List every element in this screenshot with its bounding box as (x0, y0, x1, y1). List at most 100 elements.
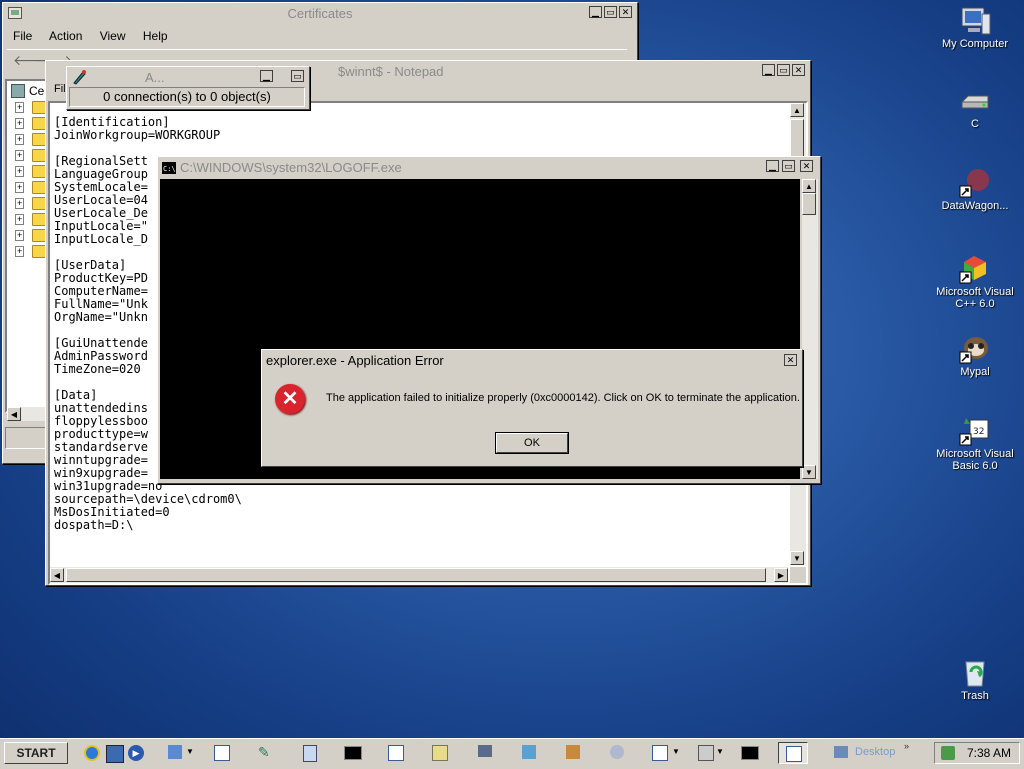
notepad-hscrollbar[interactable]: ◀ ▶ (50, 567, 788, 583)
taskbar-certificate-icon[interactable] (432, 745, 448, 761)
scroll-thumb[interactable] (802, 193, 816, 215)
ok-button[interactable]: OK (495, 432, 569, 454)
my-computer-icon (961, 7, 991, 35)
taskbar-console-icon[interactable] (344, 746, 362, 760)
chevron-down-icon[interactable]: ▼ (186, 747, 194, 756)
expand-icon[interactable]: + (15, 245, 25, 257)
outlook-icon[interactable] (106, 745, 124, 763)
tree-node[interactable]: + (7, 131, 47, 147)
close-button[interactable]: ✕ (792, 64, 805, 76)
expand-icon[interactable]: + (15, 165, 25, 177)
certificates-titlebar[interactable]: Certificates (5, 5, 635, 23)
media-player-icon[interactable]: ▶ (128, 745, 144, 761)
minimize-button[interactable]: ▁ (589, 6, 602, 18)
close-button[interactable]: ✕ (784, 354, 797, 366)
scroll-thumb[interactable] (66, 568, 766, 582)
scroll-up-button[interactable]: ▲ (802, 179, 816, 193)
maximize-button[interactable]: ▭ (291, 70, 304, 82)
minimize-button[interactable]: ▁ (260, 70, 273, 82)
taskbar-tools-icon[interactable] (566, 745, 580, 759)
taskbar-pen-icon[interactable]: ✎ (258, 744, 270, 761)
start-button[interactable]: START (4, 742, 68, 764)
scroll-down-button[interactable]: ▼ (790, 551, 804, 565)
desktop-icon-mypal[interactable]: Mypal (930, 332, 1020, 378)
ie-icon[interactable] (84, 745, 100, 761)
expand-icon[interactable]: + (15, 197, 25, 209)
tree-node[interactable]: + (7, 147, 47, 163)
taskbar-notepad-icon[interactable] (303, 745, 317, 762)
scroll-down-button[interactable]: ▼ (802, 465, 816, 479)
tray-recycle-icon[interactable] (941, 746, 955, 760)
desktop-icon-visual-cpp[interactable]: Microsoft Visual C++ 6.0 (930, 252, 1020, 310)
maximize-button[interactable]: ▭ (604, 6, 617, 18)
desktop-icon-label: Mypal (960, 366, 990, 378)
dialog-titlebar[interactable]: explorer.exe - Application Error ✕ (264, 352, 800, 370)
menu-help[interactable]: Help (143, 29, 168, 43)
desktop-toolbar-label[interactable]: Desktop (855, 746, 895, 758)
desktop-icon-trash[interactable]: Trash (930, 656, 1020, 702)
minimize-button[interactable]: ▁ (766, 160, 779, 172)
taskbar-printer-icon[interactable] (698, 745, 714, 761)
desktop-icon-my-computer[interactable]: My Computer (930, 4, 1020, 50)
tree-node[interactable]: + (7, 115, 47, 131)
tree-node[interactable]: + (7, 163, 47, 179)
expand-icon[interactable]: + (15, 117, 25, 129)
chevron-down-icon[interactable]: ▼ (716, 747, 724, 756)
certificates-statusbar (5, 427, 49, 449)
expand-icon[interactable]: + (15, 133, 25, 145)
certificates-tree[interactable]: Ce + + + + + + + + + + (5, 79, 49, 413)
console-vscrollbar[interactable]: ▲ ▼ (802, 179, 818, 479)
chevron-right-icon[interactable]: » (904, 741, 909, 751)
svg-text:32: 32 (973, 427, 984, 437)
expand-icon[interactable]: + (15, 149, 25, 161)
taskbar-folder-icon[interactable] (522, 745, 536, 759)
tree-node[interactable]: + (7, 243, 47, 259)
tree-node[interactable]: + (7, 195, 47, 211)
taskbar-folder-icon[interactable] (168, 745, 182, 759)
expand-icon[interactable]: + (15, 229, 25, 241)
close-button[interactable]: ✕ (800, 160, 813, 172)
tree-node[interactable]: + (7, 179, 47, 195)
maximize-button[interactable]: ▭ (782, 160, 795, 172)
tree-node[interactable]: + (7, 211, 47, 227)
tree-root[interactable]: Ce (7, 83, 47, 99)
taskbar-active-window-button[interactable] (778, 742, 808, 764)
taskbar-window-icon[interactable] (652, 745, 668, 761)
desktop-icon-label: Microsoft Visual C++ 6.0 (936, 286, 1014, 310)
scroll-up-button[interactable]: ▲ (790, 103, 804, 117)
scroll-left-button[interactable]: ◀ (50, 568, 64, 582)
error-dialog[interactable]: explorer.exe - Application Error ✕ ✕ The… (261, 349, 803, 467)
taskbar-console-icon[interactable] (741, 746, 759, 760)
desktop-icon-datawagon[interactable]: DataWagon... (930, 166, 1020, 212)
menu-file[interactable]: File (13, 29, 32, 43)
expand-icon[interactable]: + (15, 181, 25, 193)
desktop-icon-label: Trash (961, 690, 989, 702)
tree-node[interactable]: + (7, 99, 47, 115)
connection-status-text: 0 connection(s) to 0 object(s) (103, 89, 271, 104)
tree-hscrollbar[interactable]: ◀ (7, 407, 47, 421)
expand-icon[interactable]: + (15, 213, 25, 225)
console-titlebar[interactable]: C:\WINDOWS\system32\LOGOFF.exe (160, 159, 818, 177)
chevron-down-icon[interactable]: ▼ (672, 747, 680, 756)
desktop-icon-drive-c[interactable]: C (930, 90, 1020, 130)
taskbar-window-icon[interactable] (214, 745, 230, 761)
scroll-left-button[interactable]: ◀ (7, 407, 21, 421)
tree-node[interactable]: + (7, 227, 47, 243)
taskbar-disc-icon[interactable] (610, 745, 624, 759)
connection-window[interactable]: A... ▁ ▭ 0 connection(s) to 0 object(s) (66, 66, 310, 110)
window-title: C:\WINDOWS\system32\LOGOFF.exe (180, 160, 402, 175)
taskbar-window-icon[interactable] (388, 745, 404, 761)
maximize-button[interactable]: ▭ (777, 64, 790, 76)
desktop-icon-visual-basic[interactable]: 32 Microsoft Visual Basic 6.0 (930, 414, 1020, 472)
size-grip[interactable] (790, 567, 806, 583)
close-button[interactable]: ✕ (619, 6, 632, 18)
trash-icon (965, 661, 985, 687)
scroll-right-button[interactable]: ▶ (774, 568, 788, 582)
expand-icon[interactable]: + (15, 101, 25, 113)
menu-view[interactable]: View (100, 29, 126, 43)
taskbar-network-icon[interactable] (478, 745, 492, 757)
menu-action[interactable]: Action (49, 29, 82, 43)
minimize-button[interactable]: ▁ (762, 64, 775, 76)
desktop-icon-label: My Computer (941, 38, 1009, 50)
clock[interactable]: 7:38 AM (967, 746, 1011, 760)
